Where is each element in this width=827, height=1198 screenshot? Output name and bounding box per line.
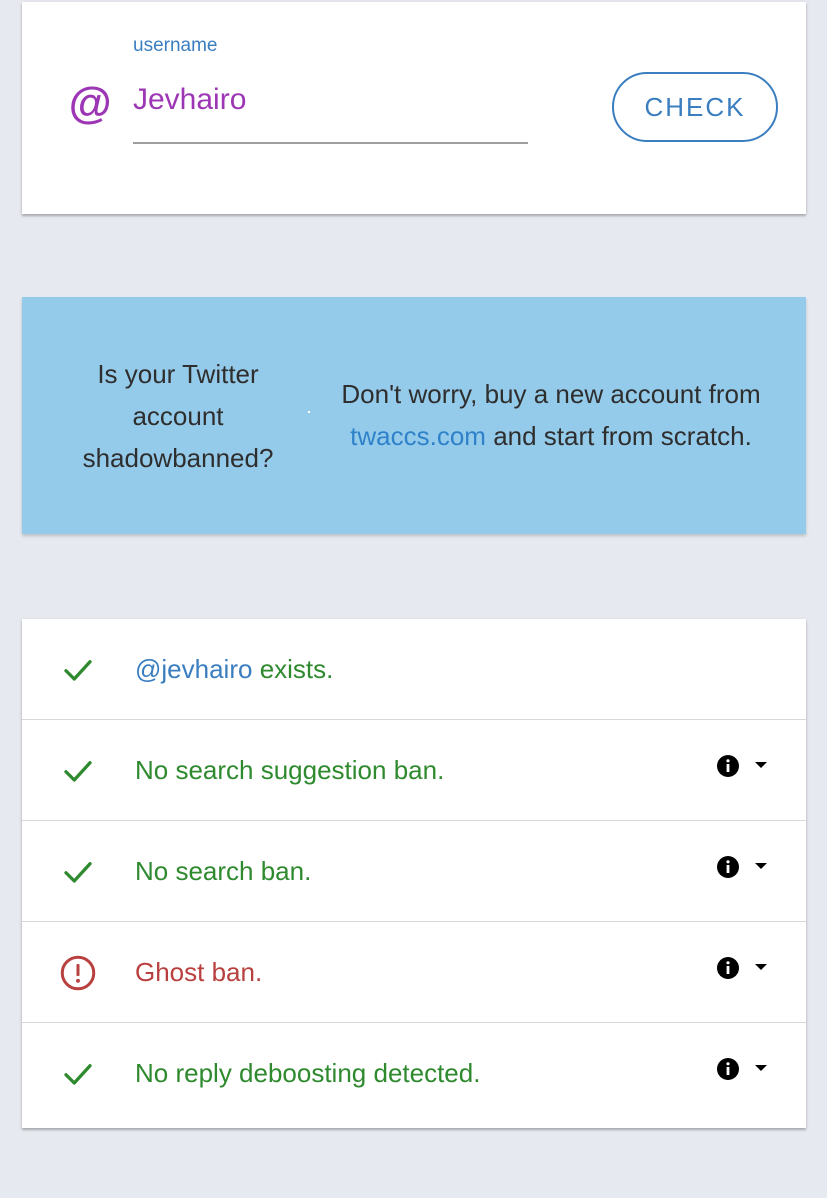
input-underline [133, 142, 528, 144]
alert-circle-icon [60, 955, 96, 991]
username-input[interactable] [133, 80, 527, 120]
ad-banner: Is your Twitter account shadowbanned? Do… [22, 297, 806, 534]
results-card: @jevhairo exists. No search suggestion b… [22, 619, 806, 1128]
result-row-search-suggestion[interactable]: No search suggestion ban. [22, 720, 806, 821]
caret-down-icon[interactable] [754, 760, 768, 770]
check-icon [64, 660, 92, 681]
result-row-search-ban[interactable]: No search ban. [22, 821, 806, 922]
info-icon[interactable] [716, 754, 740, 778]
at-icon: @ [68, 79, 111, 128]
ad-offer-suffix: and start from scratch. [493, 421, 752, 451]
check-icon [64, 1064, 92, 1085]
result-row-exists: @jevhairo exists. [22, 619, 806, 720]
result-row-ghost-ban[interactable]: Ghost ban. [22, 922, 806, 1023]
result-label: No search ban. [135, 856, 312, 886]
twaccs-link[interactable]: twaccs.com [350, 421, 486, 451]
ad-offer: Don't worry, buy a new account from twac… [318, 373, 784, 457]
ad-divider [308, 411, 310, 413]
result-label: No reply deboosting detected. [135, 1058, 481, 1088]
ad-question: Is your Twitter account shadowbanned? [82, 359, 274, 473]
result-row-reply-deboosting[interactable]: No reply deboosting detected. [22, 1023, 806, 1124]
caret-down-icon[interactable] [754, 861, 768, 871]
search-card: username @ CHECK [22, 2, 806, 214]
check-icon [64, 761, 92, 782]
ad-offer-prefix: Don't worry, buy a new account from [341, 379, 761, 409]
info-icon[interactable] [716, 956, 740, 980]
info-icon[interactable] [716, 1057, 740, 1081]
caret-down-icon[interactable] [754, 962, 768, 972]
check-button[interactable]: CHECK [612, 72, 778, 142]
result-label: Ghost ban. [135, 957, 263, 987]
info-icon[interactable] [716, 855, 740, 879]
username-label: username [133, 35, 218, 56]
result-label: exists. [259, 654, 334, 684]
account-handle-link[interactable]: @jevhairo [135, 654, 252, 684]
check-icon [64, 862, 92, 883]
result-label: No search suggestion ban. [135, 755, 445, 785]
result-text: @jevhairo exists. [135, 653, 333, 685]
caret-down-icon[interactable] [754, 1063, 768, 1073]
